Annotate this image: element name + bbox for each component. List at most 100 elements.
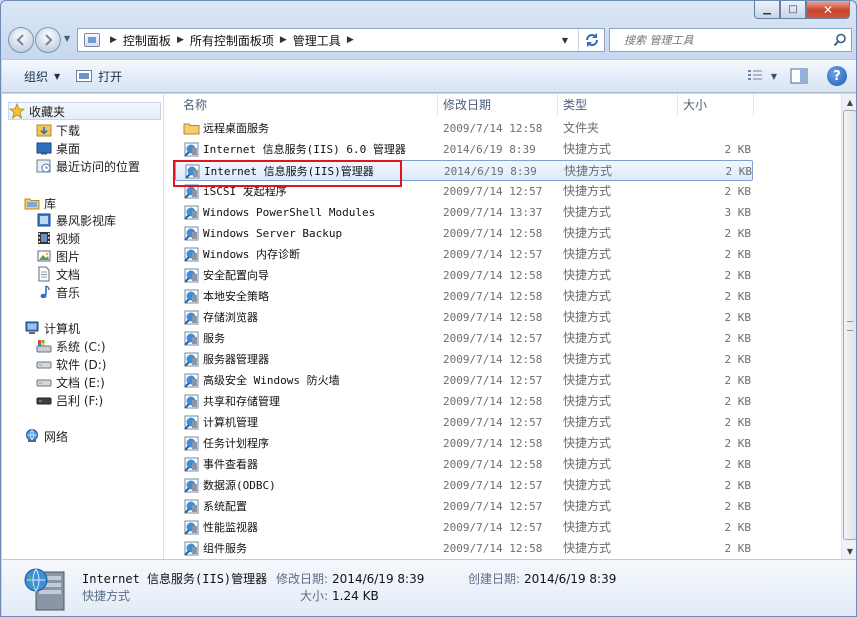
file-date: 2009/7/14 12:58 <box>443 269 543 282</box>
shortcut-icon <box>183 267 200 284</box>
file-name: 安全配置向导 <box>203 269 269 282</box>
file-type: 快捷方式 <box>563 226 612 240</box>
table-row[interactable]: Windows Server Backup 2009/7/14 12:58 快捷方式… <box>165 223 841 244</box>
nav-network[interactable]: 网络 <box>24 427 68 445</box>
organize-button[interactable]: 组织 ▼ <box>16 63 68 89</box>
search-icon[interactable] <box>829 29 851 51</box>
file-type: 快捷方式 <box>563 268 612 282</box>
nav-video-library[interactable]: 暴风影视库 <box>36 211 116 229</box>
address-bar[interactable]: ▶ 控制面板 ▶ 所有控制面板项 ▶ 管理工具 ▶ ▼ <box>77 28 605 52</box>
chevron-right-icon[interactable]: ▶ <box>110 35 117 45</box>
open-button[interactable]: 打开 <box>68 63 130 89</box>
preview-pane-button[interactable] <box>787 64 811 88</box>
nav-documents[interactable]: 文档 <box>36 265 80 283</box>
scroll-thumb[interactable] <box>843 110 856 540</box>
nav-downloads-label: 下载 <box>56 123 81 138</box>
table-row[interactable]: 服务 2009/7/14 12:57 快捷方式 2 KB <box>165 328 841 349</box>
nav-music-label: 音乐 <box>56 285 81 300</box>
file-name: 服务器管理器 <box>203 353 269 366</box>
file-size: 3 KB <box>724 206 752 219</box>
chevron-down-icon[interactable]: ▼ <box>771 72 777 81</box>
table-row[interactable]: 远程桌面服务 2009/7/14 12:58 文件夹 <box>165 118 841 139</box>
nav-desktop-label: 桌面 <box>56 141 81 156</box>
file-date: 2009/7/14 12:57 <box>443 479 543 492</box>
file-name: 事件查看器 <box>203 458 258 471</box>
search-input[interactable] <box>610 30 829 50</box>
nav-libraries-label: 库 <box>44 196 57 211</box>
close-button[interactable]: ✕ <box>806 1 850 19</box>
table-row[interactable]: 任务计划程序 2009/7/14 12:58 快捷方式 2 KB <box>165 433 841 454</box>
desktop-icon <box>36 140 52 156</box>
file-size: 2 KB <box>724 185 752 198</box>
nav-music[interactable]: 音乐 <box>36 283 80 301</box>
back-button[interactable] <box>8 27 34 53</box>
open-label: 打开 <box>98 69 123 84</box>
table-row[interactable]: 数据源(ODBC) 2009/7/14 12:57 快捷方式 2 KB <box>165 475 841 496</box>
chevron-right-icon[interactable]: ▶ <box>347 35 354 45</box>
address-dropdown[interactable]: ▼ <box>556 29 574 51</box>
nav-downloads[interactable]: 下载 <box>36 121 80 139</box>
table-row[interactable]: iSCSI 发起程序 2009/7/14 12:57 快捷方式 2 KB <box>165 181 841 202</box>
column-name[interactable]: 名称 <box>179 94 435 116</box>
nav-drive-f[interactable]: 吕利 (F:) <box>36 391 103 409</box>
maximize-button[interactable]: □ <box>780 1 806 19</box>
table-row[interactable]: Internet 信息服务(IIS) 6.0 管理器 2014/6/19 8:39… <box>165 139 841 160</box>
nav-drive-e[interactable]: 文档 (E:) <box>36 373 105 391</box>
nav-pictures[interactable]: 图片 <box>36 247 80 265</box>
scroll-up-button[interactable]: ▲ <box>842 94 856 110</box>
details-created-value: 2014/6/19 8:39 <box>524 572 617 586</box>
table-row[interactable]: 共享和存储管理 2009/7/14 12:58 快捷方式 2 KB <box>165 391 841 412</box>
table-row[interactable]: 事件查看器 2009/7/14 12:58 快捷方式 2 KB <box>165 454 841 475</box>
file-name: 本地安全策略 <box>203 290 269 303</box>
table-row[interactable]: 服务器管理器 2009/7/14 12:58 快捷方式 2 KB <box>165 349 841 370</box>
refresh-icon <box>585 33 598 47</box>
table-row[interactable]: 组件服务 2009/7/14 12:58 快捷方式 2 KB <box>165 538 841 559</box>
downloads-folder-icon <box>36 122 52 138</box>
content-area: 收藏夹 下载 桌面 最近访问的位置 库 暴风影视库 视频 图片 文档 音乐 计算… <box>2 94 856 559</box>
scroll-down-button[interactable]: ▼ <box>842 543 856 559</box>
file-name: 数据源(ODBC) <box>203 479 276 492</box>
table-row[interactable]: Windows PowerShell Modules 2009/7/14 13:3… <box>165 202 841 223</box>
nav-libraries[interactable]: 库 <box>24 194 56 212</box>
column-type[interactable]: 类型 <box>559 94 673 116</box>
column-date[interactable]: 修改日期 <box>439 94 553 116</box>
file-date: 2009/7/14 12:57 <box>443 185 543 198</box>
nav-desktop[interactable]: 桌面 <box>36 139 80 157</box>
breadcrumb-admin-tools[interactable]: 管理工具 <box>293 32 341 49</box>
column-size[interactable]: 大小 <box>679 94 749 116</box>
forward-button[interactable] <box>35 27 61 53</box>
nav-drive-c[interactable]: 系统 (C:) <box>36 337 106 355</box>
minimize-button[interactable]: ▁ <box>754 1 780 19</box>
table-row[interactable]: 性能监视器 2009/7/14 12:57 快捷方式 2 KB <box>165 517 841 538</box>
table-row[interactable]: Internet 信息服务(IIS)管理器 2014/6/19 8:39 快捷方式 2… <box>175 160 753 181</box>
film-icon <box>36 230 52 246</box>
change-view-button[interactable]: ▼ <box>743 64 781 88</box>
shortcut-icon <box>183 456 200 473</box>
recent-pages-dropdown[interactable]: ▼ <box>64 34 70 43</box>
chevron-right-icon[interactable]: ▶ <box>280 35 287 45</box>
table-row[interactable]: 本地安全策略 2009/7/14 12:58 快捷方式 2 KB <box>165 286 841 307</box>
file-type: 快捷方式 <box>563 499 612 513</box>
nav-recent-places[interactable]: 最近访问的位置 <box>36 157 140 175</box>
table-row[interactable]: Windows 内存诊断 2009/7/14 12:57 快捷方式 2 KB <box>165 244 841 265</box>
search-box[interactable] <box>609 28 852 52</box>
shortcut-icon <box>183 435 200 452</box>
nav-favorites[interactable]: 收藏夹 <box>8 102 161 120</box>
vertical-scrollbar[interactable]: ▲ ▼ <box>841 94 856 559</box>
breadcrumb-control-panel[interactable]: 控制面板 <box>123 32 171 49</box>
nav-video-library-label: 暴风影视库 <box>56 213 117 228</box>
table-row[interactable]: 存储浏览器 2009/7/14 12:58 快捷方式 2 KB <box>165 307 841 328</box>
file-name: 任务计划程序 <box>203 437 269 450</box>
refresh-button[interactable] <box>578 29 604 51</box>
table-row[interactable]: 系统配置 2009/7/14 12:57 快捷方式 2 KB <box>165 496 841 517</box>
nav-drive-d[interactable]: 软件 (D:) <box>36 355 106 373</box>
system-drive-icon <box>36 338 52 354</box>
table-row[interactable]: 计算机管理 2009/7/14 12:57 快捷方式 2 KB <box>165 412 841 433</box>
nav-computer[interactable]: 计算机 <box>24 319 80 337</box>
nav-videos[interactable]: 视频 <box>36 229 80 247</box>
help-button[interactable]: ? <box>827 66 847 86</box>
table-row[interactable]: 高级安全 Windows 防火墙 2009/7/14 12:57 快捷方式 2 KB <box>165 370 841 391</box>
breadcrumb-all-items[interactable]: 所有控制面板项 <box>190 32 274 49</box>
table-row[interactable]: 安全配置向导 2009/7/14 12:58 快捷方式 2 KB <box>165 265 841 286</box>
chevron-right-icon[interactable]: ▶ <box>177 35 184 45</box>
